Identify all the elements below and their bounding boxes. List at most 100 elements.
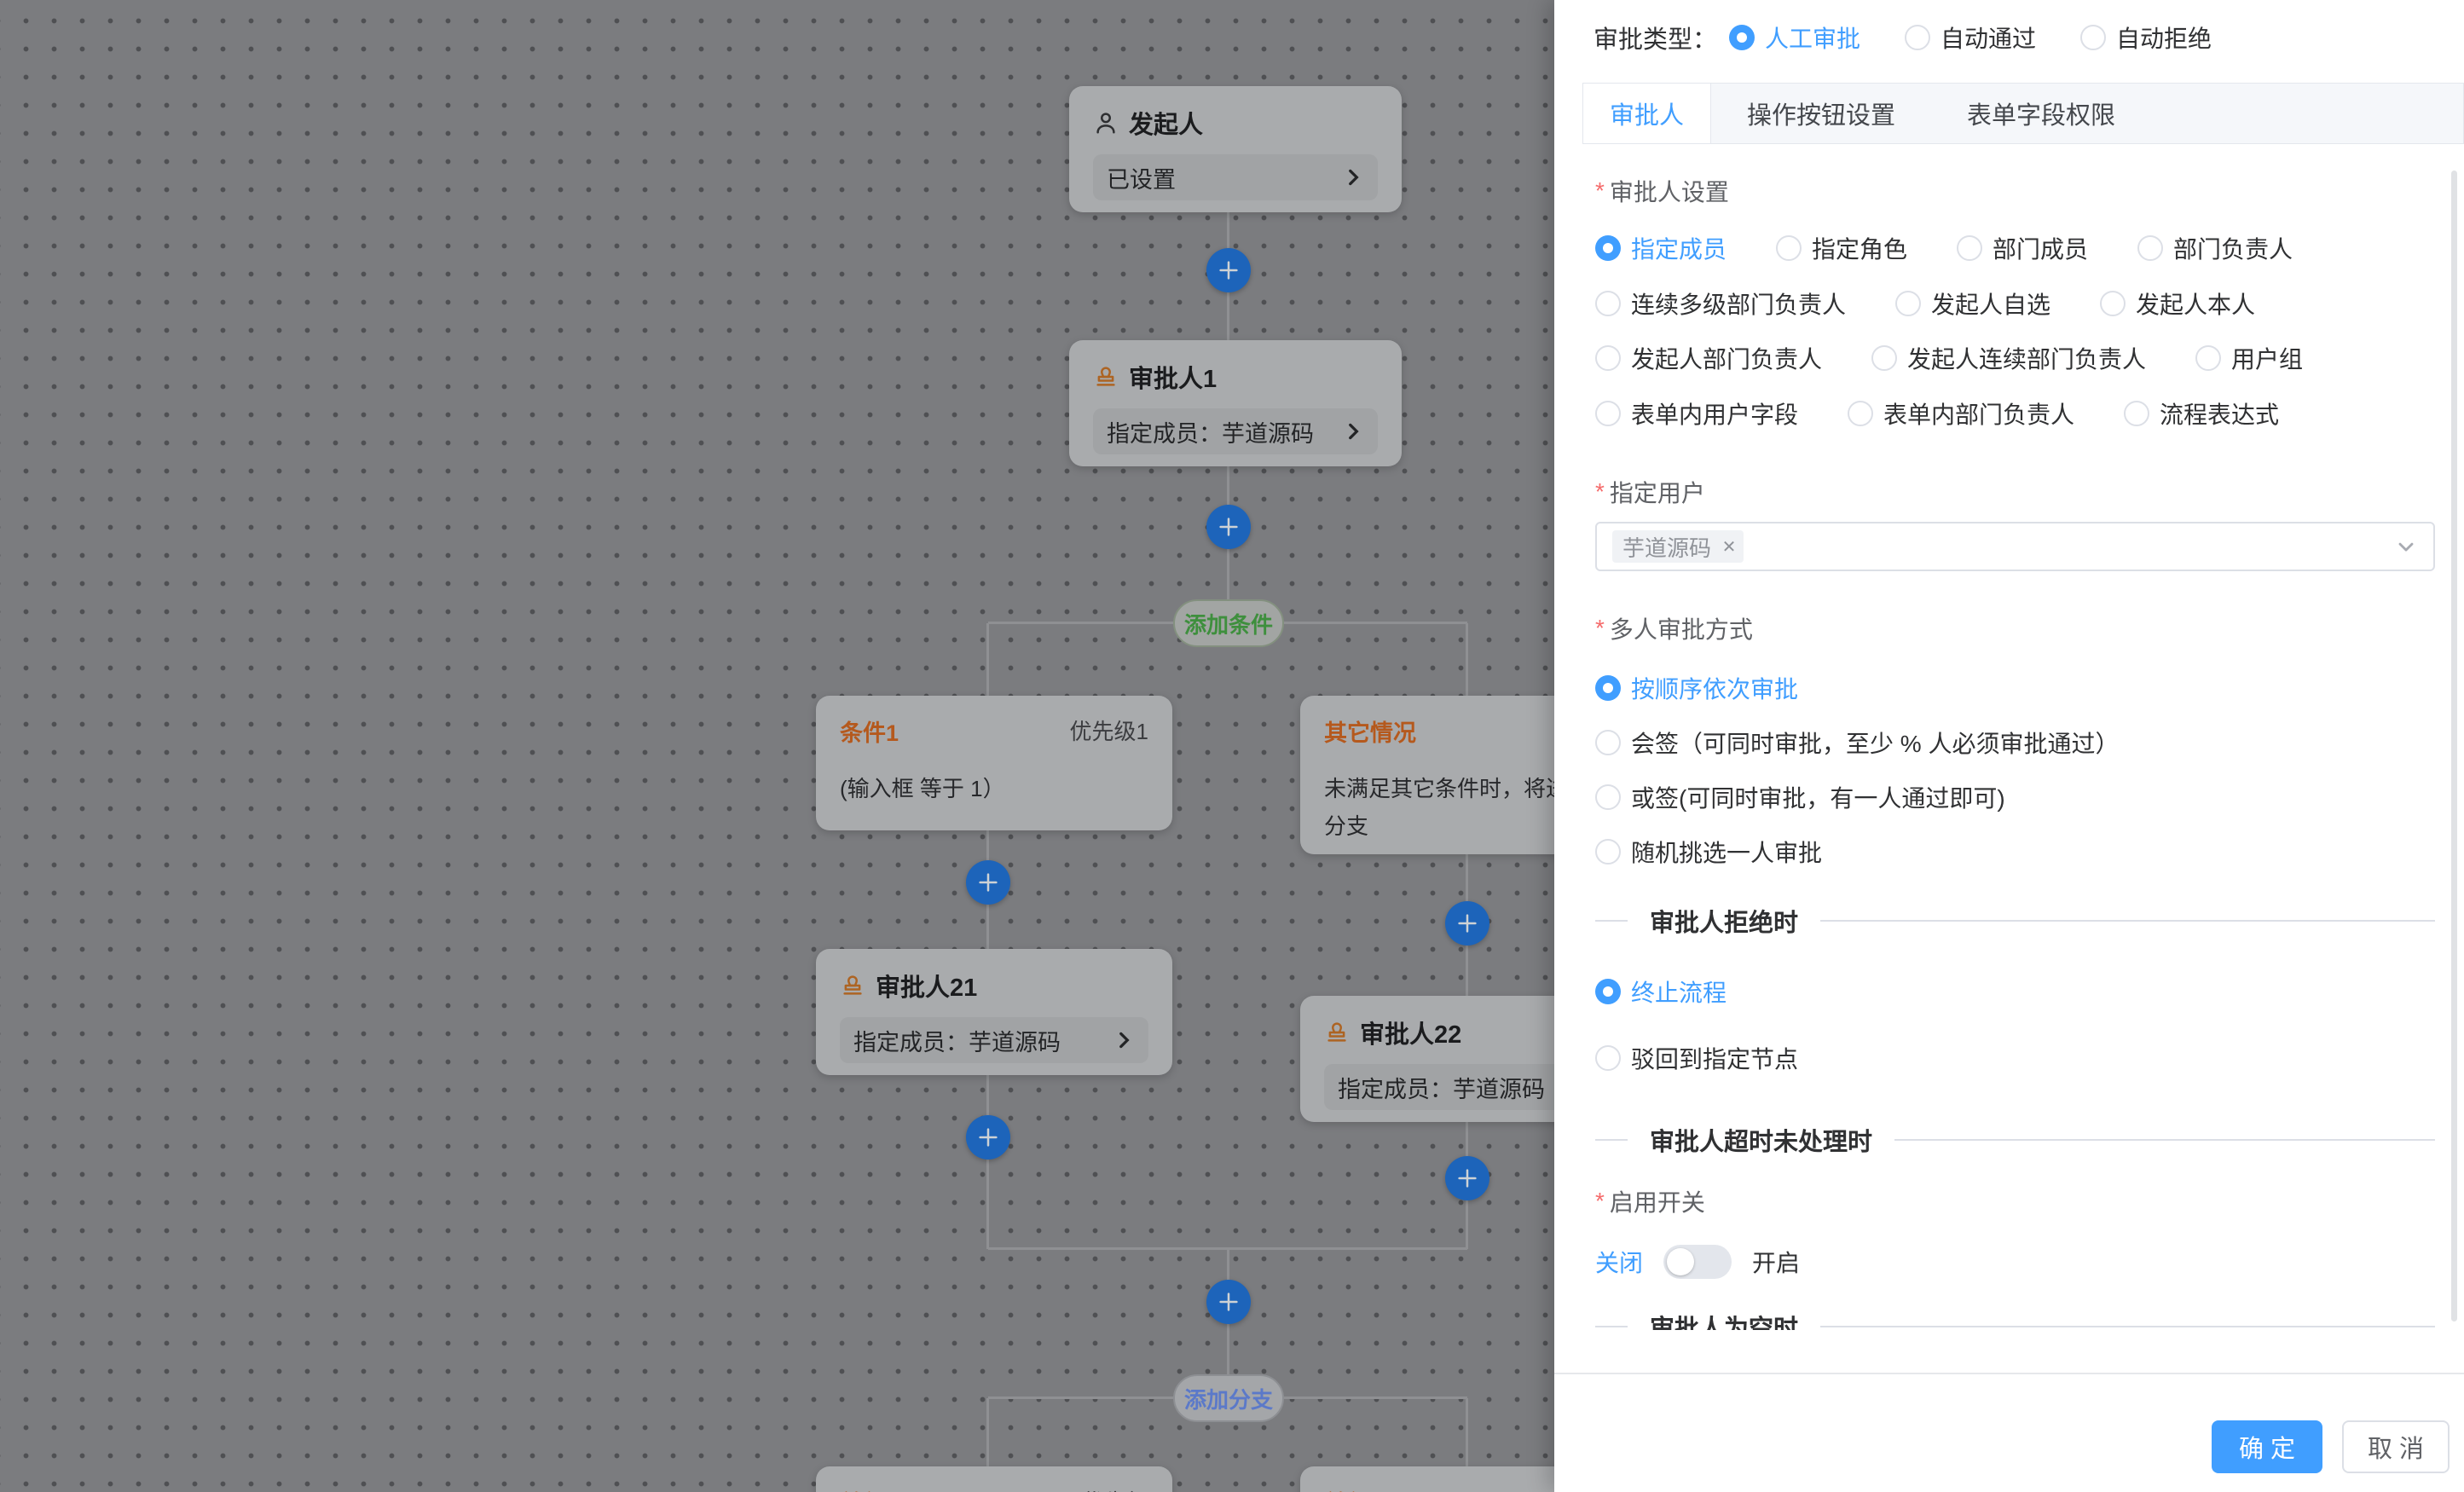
radio-auto-approve[interactable]: 自动通过 bbox=[1905, 20, 2036, 55]
assign-user-select[interactable]: 芋道源码 ✕ bbox=[1595, 522, 2435, 571]
node-title: 条件1 bbox=[840, 714, 899, 748]
multi-mode-row: 按顺序依次审批 bbox=[1595, 670, 1848, 706]
radio-circle bbox=[1595, 235, 1621, 261]
multi-mode-row: 或签(可同时审批，有一人通过即可) bbox=[1595, 779, 2055, 815]
plus-icon bbox=[1455, 911, 1480, 936]
add-node-button[interactable] bbox=[1445, 1156, 1489, 1200]
radio-sequential-approval[interactable]: 按顺序依次审批 bbox=[1595, 671, 1798, 705]
person-icon bbox=[1093, 110, 1119, 136]
cancel-button[interactable]: 取 消 bbox=[2342, 1420, 2450, 1473]
chevron-right-icon bbox=[1113, 1029, 1135, 1051]
node-title: 发起人 bbox=[1129, 105, 1203, 141]
approver-setting-row4: 表单内用户字段 表单内部门负责人 流程表达式 bbox=[1595, 396, 2328, 431]
add-node-button[interactable] bbox=[966, 1115, 1010, 1159]
add-node-button[interactable] bbox=[1206, 505, 1251, 549]
add-branch-button[interactable]: 添加分支 bbox=[1173, 1374, 1284, 1422]
tab-approver[interactable]: 审批人 bbox=[1583, 84, 1711, 143]
radio-user-group[interactable]: 用户组 bbox=[2195, 341, 2303, 375]
plus-icon bbox=[975, 870, 1001, 895]
reject-option-row: 终止流程 bbox=[1595, 974, 1776, 1009]
radio-circle bbox=[2100, 291, 2126, 316]
approver-setting-row2: 连续多级部门负责人 发起人自选 发起人本人 bbox=[1595, 286, 2305, 321]
node-priority: 优先级1 bbox=[1070, 714, 1148, 746]
radio-initiator-self[interactable]: 发起人本人 bbox=[2100, 286, 2255, 321]
node-parallel1[interactable]: 并行1 无优先级 bbox=[816, 1466, 1172, 1492]
radio-auto-reject[interactable]: 自动拒绝 bbox=[2080, 20, 2212, 55]
radio-dept-member[interactable]: 部门成员 bbox=[1957, 231, 2088, 265]
radio-assign-member[interactable]: 指定成员 bbox=[1595, 231, 1727, 265]
radio-circle bbox=[1895, 291, 1921, 316]
toggle-knob bbox=[1667, 1248, 1694, 1275]
tab-form-field-permission[interactable]: 表单字段权限 bbox=[1931, 84, 2151, 143]
radio-circle bbox=[2195, 345, 2221, 371]
stamp-icon bbox=[840, 973, 865, 998]
radio-initiator-select[interactable]: 发起人自选 bbox=[1895, 286, 2050, 321]
approval-flow-designer: 发起人 已设置 审批人1 指定成员：芋道源码 bbox=[0, 0, 2464, 1492]
radio-circle bbox=[1595, 345, 1621, 371]
radio-circle bbox=[2080, 25, 2106, 50]
node-approver21[interactable]: 审批人21 指定成员：芋道源码 bbox=[816, 949, 1172, 1075]
enable-toggle[interactable] bbox=[1663, 1245, 1732, 1279]
radio-circle bbox=[1871, 345, 1897, 371]
scrollbar-thumb[interactable] bbox=[2451, 171, 2457, 1321]
drawer-content: * 审批人设置 指定成员 指定角色 部门成员 部门负责人 连续多级部门负责人 发… bbox=[1554, 145, 2464, 1330]
node-title: 审批人21 bbox=[876, 968, 977, 1003]
stamp-icon bbox=[1324, 1020, 1350, 1045]
radio-circle bbox=[1595, 675, 1621, 701]
radio-circle bbox=[2124, 401, 2149, 426]
settings-tabs: 审批人 操作按钮设置 表单字段权限 bbox=[1582, 83, 2464, 144]
timeout-section-divider: 审批人超时未处理时 bbox=[1595, 1125, 2435, 1155]
radio-return-to-node[interactable]: 驳回到指定节点 bbox=[1595, 1041, 1798, 1075]
node-condition1[interactable]: 条件1 优先级1 (输入框 等于 1） bbox=[816, 696, 1172, 830]
plus-icon bbox=[1455, 1165, 1480, 1191]
node-approver1[interactable]: 审批人1 指定成员：芋道源码 bbox=[1069, 340, 1402, 466]
radio-form-dept-leader[interactable]: 表单内部门负责人 bbox=[1848, 396, 2074, 431]
chevron-right-icon bbox=[1342, 420, 1364, 442]
node-initiator[interactable]: 发起人 已设置 bbox=[1069, 86, 1402, 212]
radio-multi-level-dept-leader[interactable]: 连续多级部门负责人 bbox=[1595, 286, 1846, 321]
radio-initiator-multi-dept-leader[interactable]: 发起人连续部门负责人 bbox=[1871, 341, 2146, 375]
chevron-down-icon bbox=[2394, 535, 2418, 558]
radio-manual-approval[interactable]: 人工审批 bbox=[1729, 20, 1860, 55]
radio-terminate-flow[interactable]: 终止流程 bbox=[1595, 974, 1727, 1009]
chevron-right-icon bbox=[1342, 166, 1364, 188]
enable-switch-label: * 启用开关 bbox=[1595, 1184, 1705, 1218]
confirm-button[interactable]: 确 定 bbox=[2212, 1420, 2322, 1473]
radio-random-one[interactable]: 随机挑选一人审批 bbox=[1595, 835, 1822, 869]
radio-circle bbox=[1595, 784, 1621, 810]
radio-circle bbox=[2137, 235, 2163, 261]
plus-icon bbox=[975, 1125, 1001, 1150]
radio-circle bbox=[1776, 235, 1802, 261]
reject-section-title: 审批人拒绝时 bbox=[1650, 903, 1798, 939]
switch-off-label: 关闭 bbox=[1595, 1245, 1643, 1279]
add-condition-button[interactable]: 添加条件 bbox=[1173, 599, 1284, 647]
timeout-section-title: 审批人超时未处理时 bbox=[1650, 1122, 1872, 1158]
node-summary[interactable]: 指定成员：芋道源码 bbox=[840, 1017, 1148, 1063]
radio-initiator-dept-leader[interactable]: 发起人部门负责人 bbox=[1595, 341, 1822, 375]
add-node-button[interactable] bbox=[966, 860, 1010, 905]
radio-or-sign[interactable]: 或签(可同时审批，有一人通过即可) bbox=[1595, 780, 2005, 814]
add-node-button[interactable] bbox=[1206, 1280, 1251, 1324]
node-priority: 无优先级 bbox=[1060, 1485, 1148, 1492]
radio-circle bbox=[1595, 979, 1621, 1004]
approver-setting-row3: 发起人部门负责人 发起人连续部门负责人 用户组 bbox=[1595, 340, 2352, 376]
required-asterisk: * bbox=[1595, 177, 1605, 205]
radio-form-user-field[interactable]: 表单内用户字段 bbox=[1595, 396, 1798, 431]
approver-setting-row1: 指定成员 指定角色 部门成员 部门负责人 bbox=[1595, 230, 2342, 266]
close-icon[interactable]: ✕ bbox=[1718, 535, 1740, 558]
multi-mode-label: * 多人审批方式 bbox=[1595, 611, 1753, 645]
radio-countersign[interactable]: 会签（可同时审批，至少 % 人必须审批通过） bbox=[1595, 726, 2119, 760]
radio-circle bbox=[1595, 839, 1621, 865]
radio-dept-leader[interactable]: 部门负责人 bbox=[2137, 231, 2293, 265]
add-node-button[interactable] bbox=[1206, 248, 1251, 292]
radio-assign-role[interactable]: 指定角色 bbox=[1776, 231, 1907, 265]
plus-icon bbox=[1216, 1289, 1241, 1315]
add-node-button[interactable] bbox=[1445, 901, 1489, 946]
radio-flow-expression[interactable]: 流程表达式 bbox=[2124, 396, 2279, 431]
approver-settings-drawer: 审批类型： 人工审批 自动通过 自动拒绝 审批人 操作按钮设置 表单字段权限 * bbox=[1554, 0, 2464, 1492]
tab-operation-buttons[interactable]: 操作按钮设置 bbox=[1711, 84, 1931, 143]
node-summary[interactable]: 指定成员：芋道源码 bbox=[1093, 408, 1378, 454]
radio-circle bbox=[1595, 291, 1621, 316]
drawer-footer: 确 定 取 消 bbox=[1554, 1373, 2464, 1492]
node-summary[interactable]: 已设置 bbox=[1093, 154, 1378, 200]
